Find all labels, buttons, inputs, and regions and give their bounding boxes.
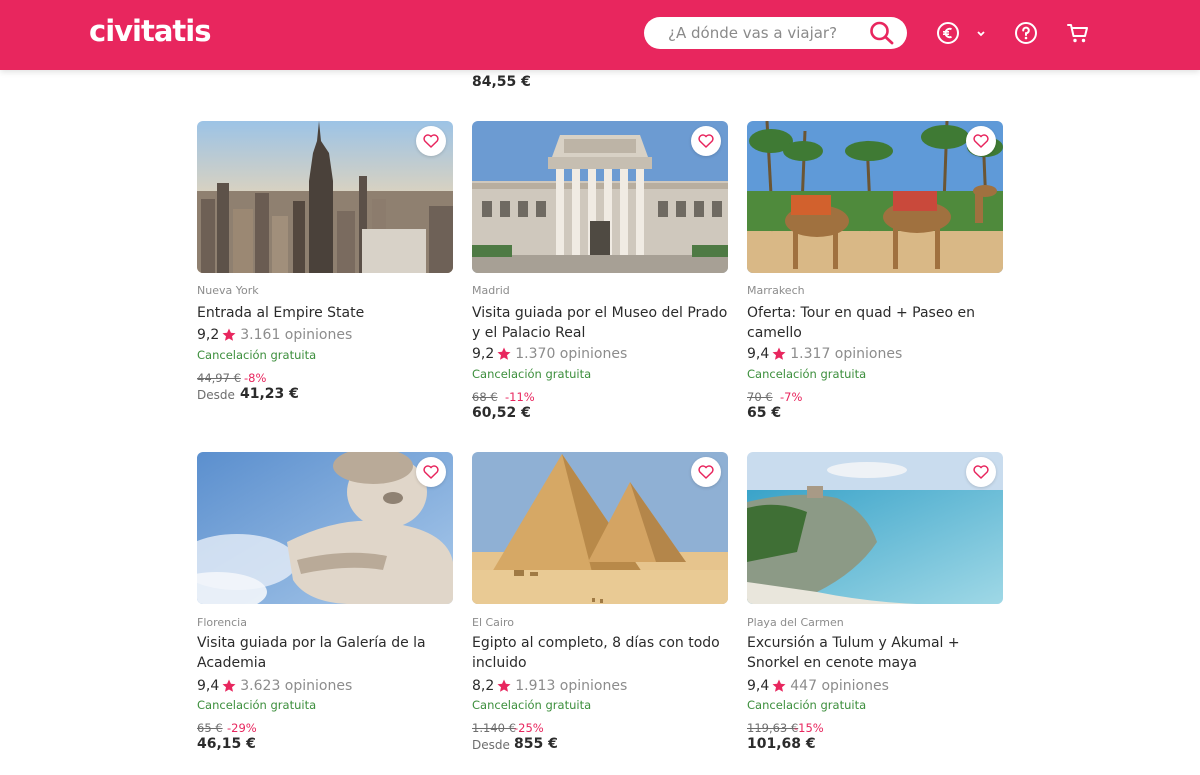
favorite-heart-icon[interactable] bbox=[691, 126, 721, 156]
discount-badge: -11% bbox=[505, 390, 535, 404]
activity-title[interactable]: Visita guiada por la Galería de la Acade… bbox=[197, 633, 453, 673]
activity-title[interactable]: Egipto al completo, 8 días con todo incl… bbox=[472, 633, 728, 673]
discount-badge: -15% bbox=[794, 721, 824, 735]
old-price: 68 € bbox=[472, 390, 498, 404]
star-icon bbox=[497, 679, 511, 692]
activity-rating: 9,2 3.161 opiniones bbox=[197, 326, 352, 344]
rating-score: 9,4 bbox=[197, 678, 220, 694]
activity-image[interactable] bbox=[747, 452, 1003, 604]
chevron-down-icon[interactable] bbox=[974, 25, 988, 39]
current-price: 855 € bbox=[514, 736, 558, 752]
discount-badge: -29% bbox=[227, 721, 257, 735]
opinions-count: 3.161 opiniones bbox=[240, 327, 353, 343]
opinions-count: 1.317 opiniones bbox=[790, 346, 903, 362]
activity-city: Marrakech bbox=[747, 284, 805, 297]
old-price: 1.140 € bbox=[472, 721, 516, 735]
current-price: 65 € bbox=[747, 405, 782, 421]
current-price: 101,68 € bbox=[747, 736, 816, 752]
free-cancellation: Cancelación gratuita bbox=[197, 698, 317, 712]
opinions-count: 3.623 opiniones bbox=[240, 678, 353, 694]
euro-icon[interactable] bbox=[936, 21, 960, 45]
help-icon[interactable] bbox=[1014, 21, 1038, 45]
civitatis-logo[interactable]: civitatis bbox=[89, 14, 211, 48]
free-cancellation: Cancelación gratuita bbox=[747, 698, 867, 712]
old-price: 70 € bbox=[747, 390, 773, 404]
activity-image[interactable] bbox=[747, 121, 1003, 273]
activity-title[interactable]: Entrada al Empire State bbox=[197, 303, 453, 323]
price-from-label: Desde bbox=[197, 388, 235, 402]
search-icon[interactable] bbox=[869, 21, 895, 45]
star-icon bbox=[772, 347, 786, 360]
opinions-count: 1.370 opiniones bbox=[515, 346, 628, 362]
free-cancellation: Cancelación gratuita bbox=[472, 367, 592, 381]
favorite-heart-icon[interactable] bbox=[691, 457, 721, 487]
discount-badge: -25% bbox=[514, 721, 544, 735]
search-box bbox=[644, 17, 907, 49]
price-from-label: Desde bbox=[472, 738, 510, 752]
activity-city: El Cairo bbox=[472, 616, 514, 629]
favorite-heart-icon[interactable] bbox=[416, 126, 446, 156]
discount-badge: -8% bbox=[244, 371, 267, 385]
old-price: 119,63 € bbox=[747, 721, 799, 735]
favorite-heart-icon[interactable] bbox=[966, 457, 996, 487]
activity-rating: 9,4 3.623 opiniones bbox=[197, 677, 352, 695]
free-cancellation: Cancelación gratuita bbox=[747, 367, 867, 381]
activity-title[interactable]: Oferta: Tour en quad + Paseo en camello bbox=[747, 303, 1003, 343]
rating-score: 8,2 bbox=[472, 678, 495, 694]
rating-score: 9,4 bbox=[747, 346, 770, 362]
opinions-count: 1.913 opiniones bbox=[515, 678, 628, 694]
activity-city: Playa del Carmen bbox=[747, 616, 844, 629]
activity-city: Nueva York bbox=[197, 284, 259, 297]
activity-title[interactable]: Visita guiada por el Museo del Prado y e… bbox=[472, 303, 728, 343]
favorite-heart-icon[interactable] bbox=[416, 457, 446, 487]
current-price: 41,23 € bbox=[240, 386, 299, 402]
activity-image[interactable] bbox=[472, 121, 728, 273]
rating-score: 9,4 bbox=[747, 678, 770, 694]
search-input[interactable] bbox=[668, 17, 863, 49]
partial-card-price: 84,55 € bbox=[472, 74, 531, 90]
activity-rating: 9,4 447 opiniones bbox=[747, 677, 889, 695]
free-cancellation: Cancelación gratuita bbox=[197, 348, 317, 362]
star-icon bbox=[222, 679, 236, 692]
activity-image[interactable] bbox=[197, 452, 453, 604]
activity-city: Madrid bbox=[472, 284, 510, 297]
current-price: 60,52 € bbox=[472, 405, 531, 421]
activity-rating: 9,2 1.370 opiniones bbox=[472, 345, 627, 363]
current-price: 46,15 € bbox=[197, 736, 256, 752]
favorite-heart-icon[interactable] bbox=[966, 126, 996, 156]
cart-icon[interactable] bbox=[1066, 21, 1090, 45]
activity-image[interactable] bbox=[197, 121, 453, 273]
activity-image[interactable] bbox=[472, 452, 728, 604]
star-icon bbox=[772, 679, 786, 692]
activity-title[interactable]: Excursión a Tulum y Akumal + Snorkel en … bbox=[747, 633, 1003, 673]
rating-score: 9,2 bbox=[472, 346, 495, 362]
rating-score: 9,2 bbox=[197, 327, 220, 343]
star-icon bbox=[497, 347, 511, 360]
star-icon bbox=[222, 328, 236, 341]
opinions-count: 447 opiniones bbox=[790, 678, 889, 694]
activity-rating: 9,4 1.317 opiniones bbox=[747, 345, 902, 363]
activity-city: Florencia bbox=[197, 616, 247, 629]
activity-rating: 8,2 1.913 opiniones bbox=[472, 677, 627, 695]
old-price: 65 € bbox=[197, 721, 223, 735]
top-header: civitatis bbox=[0, 0, 1200, 70]
discount-badge: -7% bbox=[780, 390, 803, 404]
old-price: 44,97 € bbox=[197, 371, 241, 385]
free-cancellation: Cancelación gratuita bbox=[472, 698, 592, 712]
